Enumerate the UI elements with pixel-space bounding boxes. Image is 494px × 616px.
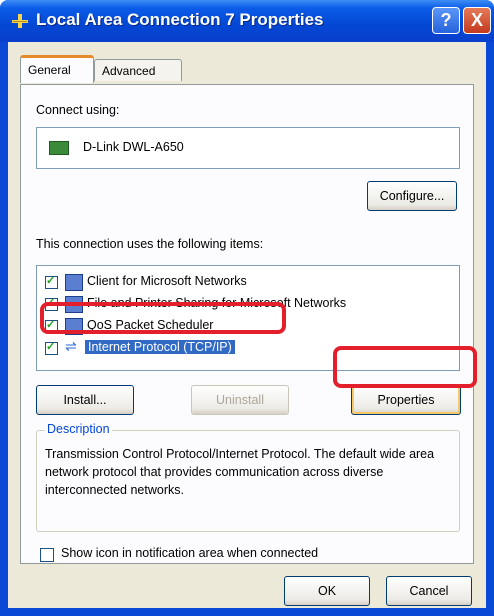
description-title: Description <box>45 422 112 436</box>
install-button[interactable]: Install... <box>36 385 134 415</box>
configure-button[interactable]: Configure... <box>367 181 457 211</box>
item-label: Client for Microsoft Networks <box>87 274 247 288</box>
checkbox[interactable] <box>45 318 58 333</box>
checkbox[interactable] <box>45 340 58 355</box>
close-button[interactable]: X <box>463 7 491 34</box>
dialog-client: General Advanced Connect using: D-Link D… <box>8 42 486 608</box>
checkbox[interactable] <box>45 296 58 311</box>
network-client-icon <box>65 274 83 291</box>
network-adapter-icon <box>49 141 69 155</box>
cancel-button[interactable]: Cancel <box>386 576 472 606</box>
network-service-icon <box>65 296 83 313</box>
item-label: Internet Protocol (TCP/IP) <box>85 340 235 354</box>
ok-button[interactable]: OK <box>284 576 370 606</box>
list-item[interactable]: File and Printer Sharing for Microsoft N… <box>45 294 445 316</box>
show-icon-checkbox[interactable] <box>40 548 54 562</box>
protocol-icon: ⇌ <box>65 338 77 354</box>
components-label: This connection uses the following items… <box>36 237 264 251</box>
tab-general[interactable]: General <box>20 55 94 83</box>
network-service-icon <box>65 318 83 335</box>
show-icon-label[interactable]: Show icon in notification area when conn… <box>61 546 318 560</box>
properties-dialog: Local Area Connection 7 Properties ? X G… <box>0 0 494 616</box>
adapter-name: D-Link DWL-A650 <box>83 140 184 154</box>
uninstall-button[interactable]: Uninstall <box>191 385 289 415</box>
help-button[interactable]: ? <box>432 7 460 34</box>
description-text: Transmission Control Protocol/Internet P… <box>45 447 435 497</box>
properties-button[interactable]: Properties <box>351 385 461 415</box>
window-title: Local Area Connection 7 Properties <box>36 10 324 29</box>
components-list[interactable]: Client for Microsoft Networks File and P… <box>36 265 460 371</box>
adapter-box: D-Link DWL-A650 <box>36 127 460 169</box>
list-item-selected[interactable]: ⇌ Internet Protocol (TCP/IP) <box>45 338 445 360</box>
checkbox[interactable] <box>45 274 58 289</box>
description-group: Description Transmission Control Protoco… <box>36 422 460 532</box>
item-label: File and Printer Sharing for Microsoft N… <box>87 296 347 310</box>
title-bar[interactable]: Local Area Connection 7 Properties ? X <box>0 0 494 42</box>
connect-using-label: Connect using: <box>36 103 120 117</box>
list-item[interactable]: QoS Packet Scheduler <box>45 316 445 338</box>
tab-advanced[interactable]: Advanced <box>94 59 182 81</box>
network-connection-icon <box>12 14 28 28</box>
item-label: QoS Packet Scheduler <box>87 318 214 332</box>
general-panel: Connect using: D-Link DWL-A650 Configure… <box>20 84 474 564</box>
list-item[interactable]: Client for Microsoft Networks <box>45 272 445 294</box>
